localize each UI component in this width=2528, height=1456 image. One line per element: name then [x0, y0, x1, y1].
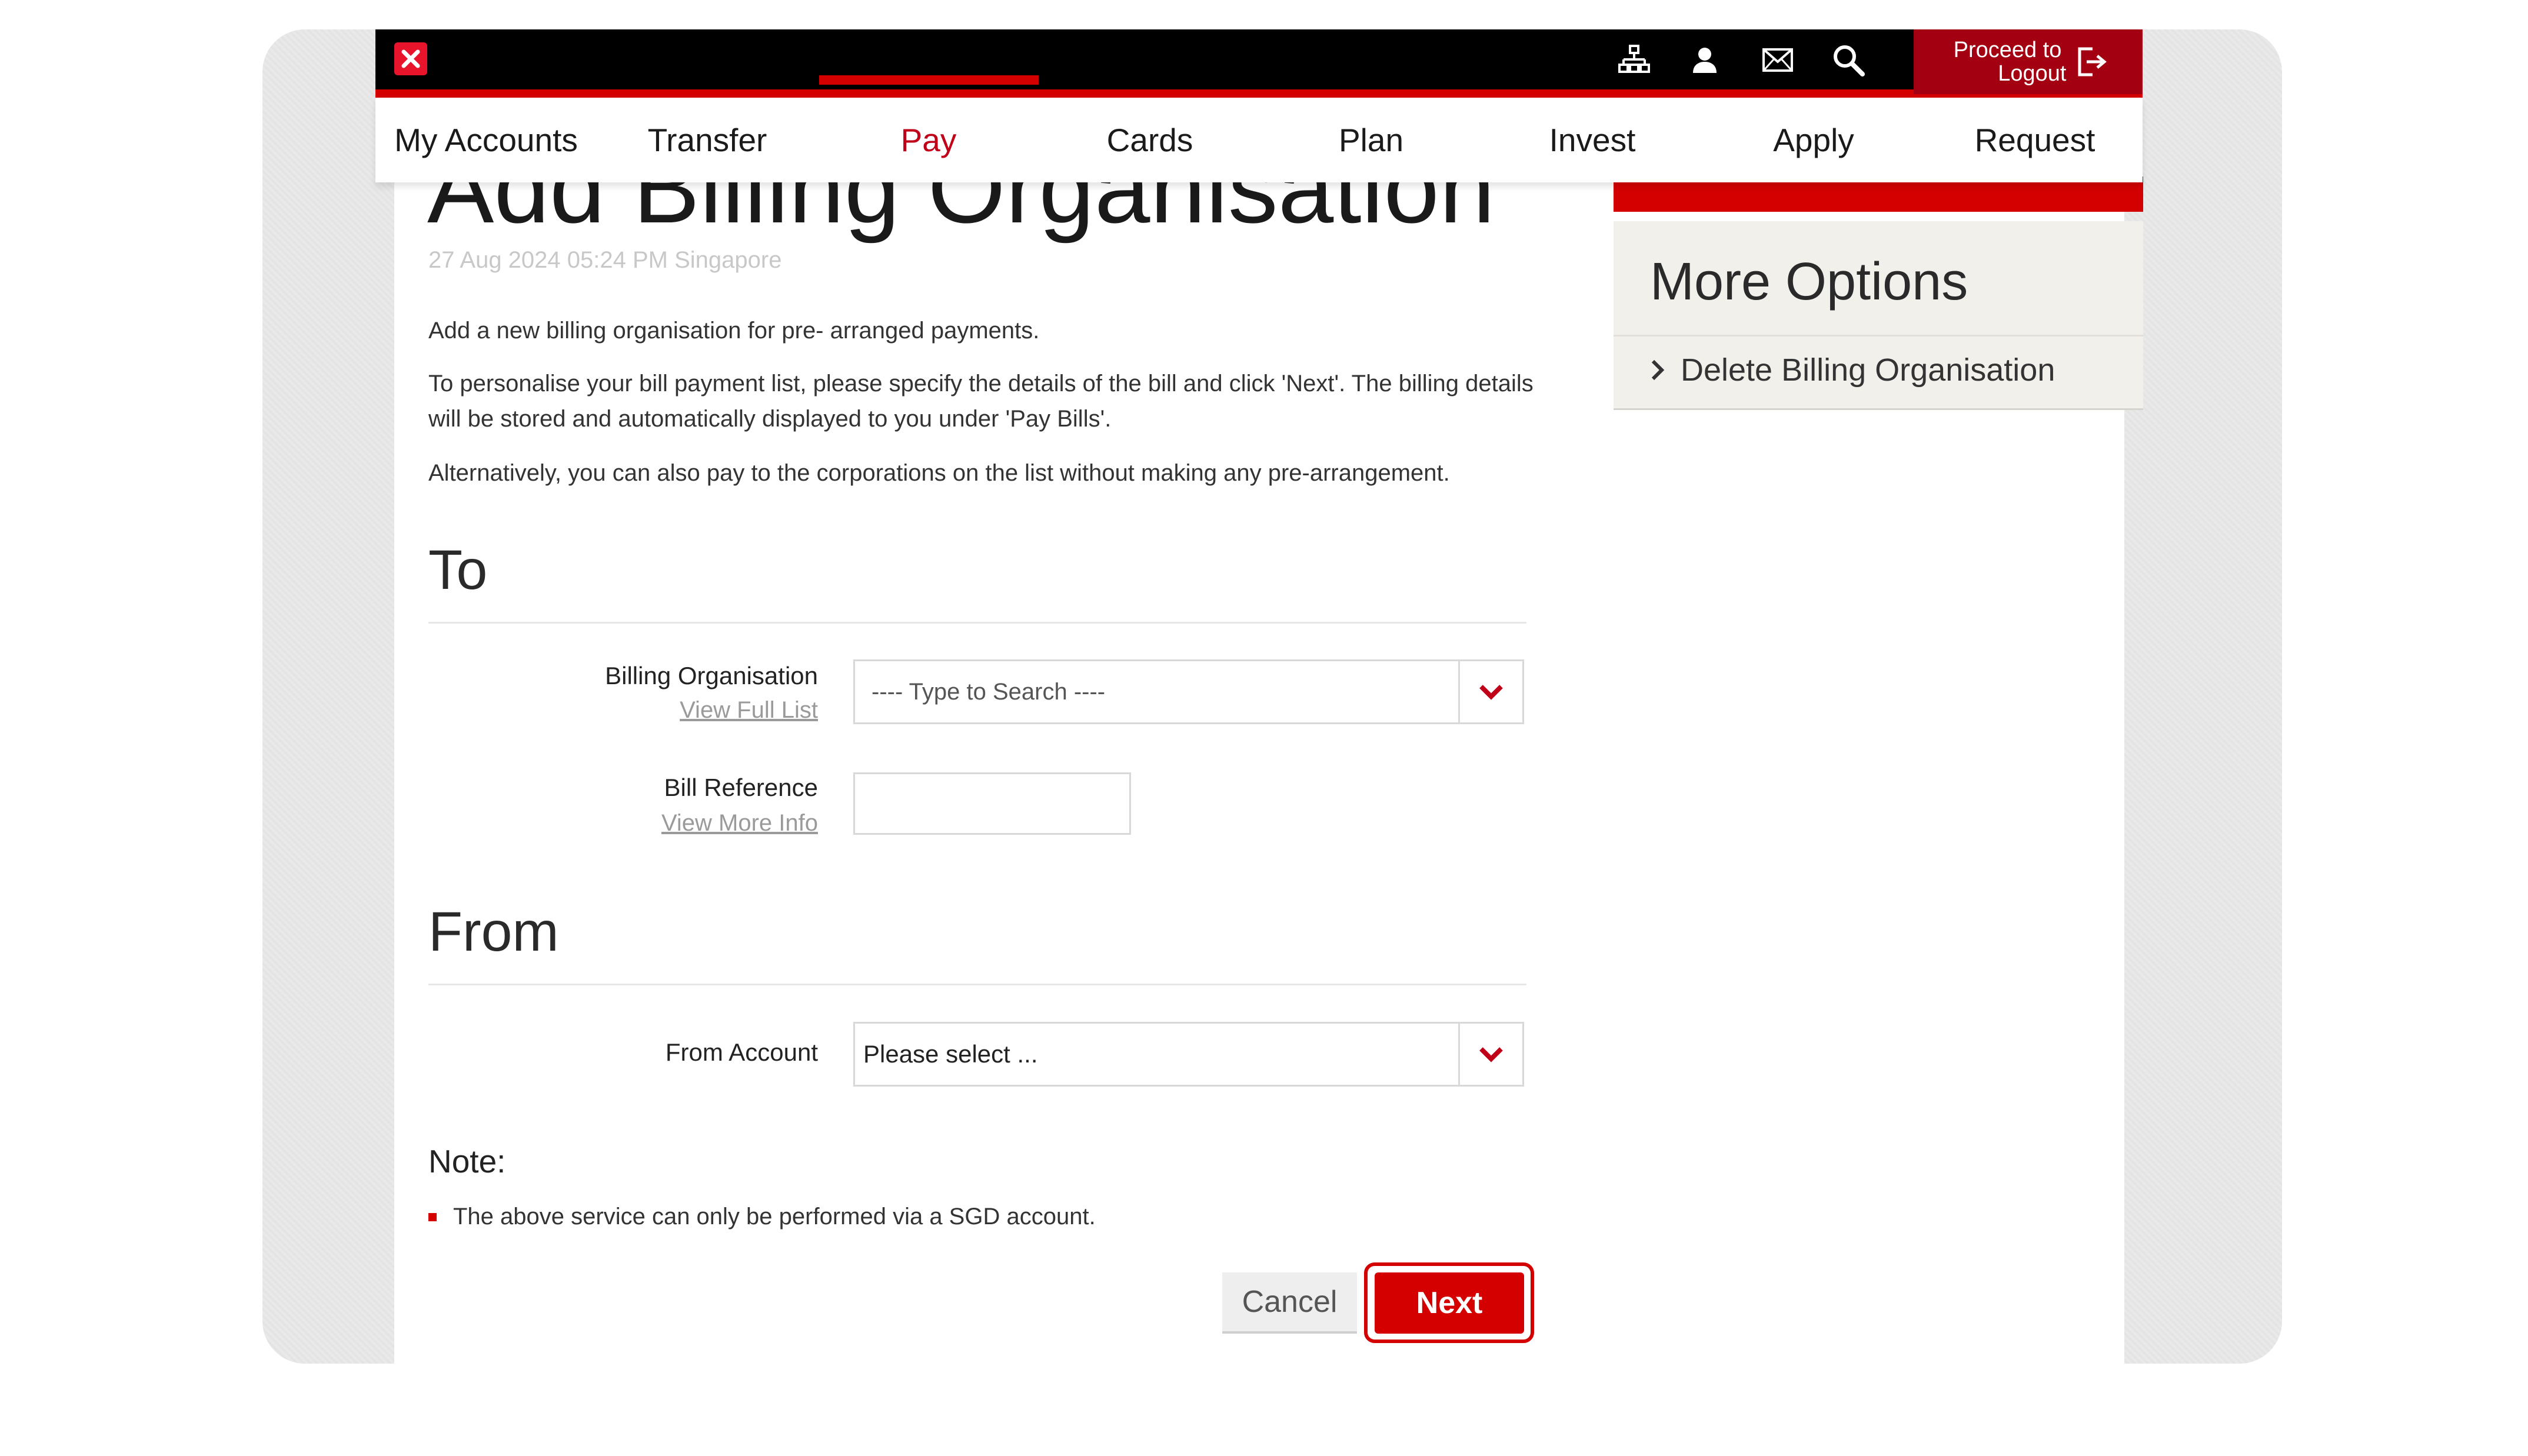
- nav-item-invest[interactable]: Invest: [1482, 98, 1703, 182]
- to-section-divider: [428, 622, 1526, 624]
- search-icon[interactable]: [1828, 41, 1869, 79]
- from-section-title: From: [428, 901, 559, 963]
- chevron-down-icon: [1479, 685, 1503, 700]
- note-title: Note:: [428, 1143, 506, 1180]
- intro-paragraph-1: Add a new billing organisation for pre- …: [428, 318, 1040, 344]
- more-options-title: More Options: [1650, 252, 1968, 311]
- nav-item-plan[interactable]: Plan: [1260, 98, 1482, 182]
- top-bar: [375, 29, 2143, 89]
- user-icon[interactable]: [1684, 41, 1725, 79]
- nav-item-transfer[interactable]: Transfer: [597, 98, 818, 182]
- view-more-info-link[interactable]: View More Info: [524, 810, 818, 837]
- next-button[interactable]: Next: [1375, 1272, 1524, 1334]
- bill-reference-input[interactable]: [853, 772, 1131, 835]
- billing-organisation-select[interactable]: ---- Type to Search ----: [853, 659, 1524, 724]
- logout-label-line1: Proceed to: [1953, 38, 2062, 62]
- from-section-divider: [428, 984, 1526, 985]
- note-item-text: The above service can only be performed …: [453, 1204, 1096, 1230]
- logout-button[interactable]: Proceed to Logout: [1914, 29, 2143, 94]
- billing-organisation-placeholder: ---- Type to Search ----: [872, 678, 1106, 705]
- delete-billing-organisation-link[interactable]: Delete Billing Organisation: [1650, 352, 2055, 388]
- logout-label: Proceed to Logout: [1949, 38, 2067, 85]
- chevron-down-icon: [1479, 1047, 1503, 1062]
- delete-billing-organisation-label: Delete Billing Organisation: [1681, 352, 2055, 388]
- bullet-icon: [428, 1212, 437, 1221]
- nav-item-my-accounts[interactable]: My Accounts: [375, 98, 597, 182]
- intro-paragraph-2: To personalise your bill payment list, p…: [428, 371, 1534, 432]
- top-bar-accent: [375, 89, 2143, 98]
- nav-active-indicator: [819, 75, 1039, 85]
- from-account-select[interactable]: Please select ...: [853, 1022, 1524, 1087]
- logout-label-line2: Logout: [1998, 61, 2067, 86]
- logout-icon: [2078, 47, 2107, 76]
- chevron-right-icon: [1651, 359, 1665, 381]
- bill-reference-label: Bill Reference: [664, 774, 818, 801]
- note-item: The above service can only be performed …: [428, 1204, 1096, 1230]
- timestamp: 27 Aug 2024 05:24 PM Singapore: [428, 247, 782, 273]
- bank-logo[interactable]: [394, 42, 427, 75]
- logo-mark-icon: [401, 49, 420, 68]
- billing-organisation-dropdown-button[interactable]: [1458, 661, 1522, 722]
- cancel-button[interactable]: Cancel: [1222, 1272, 1357, 1334]
- from-account-label: From Account: [665, 1038, 818, 1066]
- panel-divider: [1614, 335, 2143, 336]
- intro-paragraph-3: Alternatively, you can also pay to the c…: [428, 460, 1450, 486]
- from-account-value: Please select ...: [863, 1040, 1038, 1068]
- more-options-panel: More Options Delete Billing Organisation: [1614, 221, 2143, 410]
- nav-item-apply[interactable]: Apply: [1703, 98, 1924, 182]
- nav-item-pay[interactable]: Pay: [818, 98, 1039, 182]
- mail-icon[interactable]: [1757, 41, 1798, 79]
- view-full-list-link[interactable]: View Full List: [524, 697, 818, 724]
- sitemap-icon[interactable]: [1614, 41, 1655, 79]
- billing-organisation-label: Billing Organisation: [605, 662, 818, 689]
- nav-item-request[interactable]: Request: [1924, 98, 2146, 182]
- main-nav: My Accounts Transfer Pay Cards Plan Inve…: [375, 98, 2143, 182]
- from-account-dropdown-button[interactable]: [1458, 1024, 1522, 1085]
- to-section-title: To: [428, 539, 488, 601]
- nav-item-cards[interactable]: Cards: [1039, 98, 1260, 182]
